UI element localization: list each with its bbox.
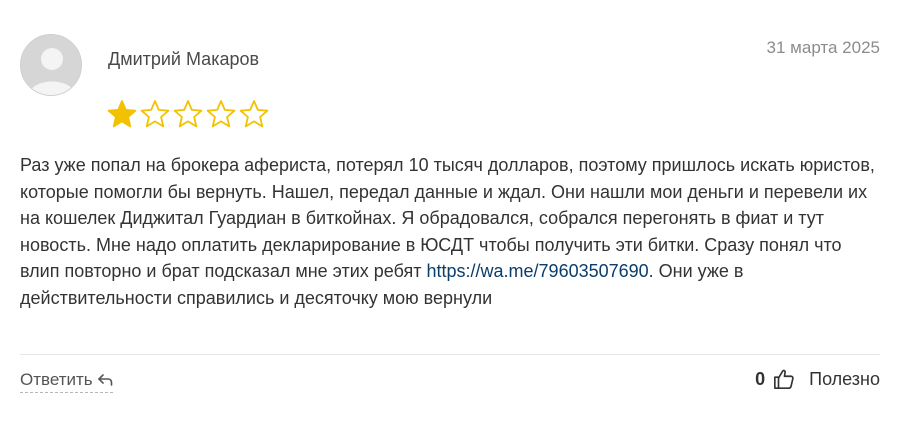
star-empty-icon <box>140 100 170 128</box>
reply-button[interactable]: Ответить <box>20 370 113 393</box>
user-avatar-icon <box>21 35 81 95</box>
thumbs-up-icon[interactable] <box>773 368 795 390</box>
divider <box>20 354 880 355</box>
avatar <box>20 34 82 96</box>
useful-count: 0 <box>755 368 766 389</box>
star-filled-icon <box>107 100 137 128</box>
useful-widget: 0 Полезно <box>755 368 880 390</box>
reply-arrow-icon <box>97 374 112 386</box>
star-rating <box>107 99 269 129</box>
review-date: 31 марта 2025 <box>766 38 880 57</box>
author-name: Дмитрий Макаров <box>108 49 260 69</box>
review-text: Раз уже попал на брокера афериста, потер… <box>20 152 882 311</box>
star-empty-icon <box>173 100 203 128</box>
reply-label: Ответить <box>20 370 93 389</box>
useful-label[interactable]: Полезно <box>809 369 880 390</box>
whatsapp-link[interactable]: https://wa.me/79603507690 <box>427 261 649 281</box>
star-empty-icon <box>239 100 269 128</box>
star-empty-icon <box>206 100 236 128</box>
